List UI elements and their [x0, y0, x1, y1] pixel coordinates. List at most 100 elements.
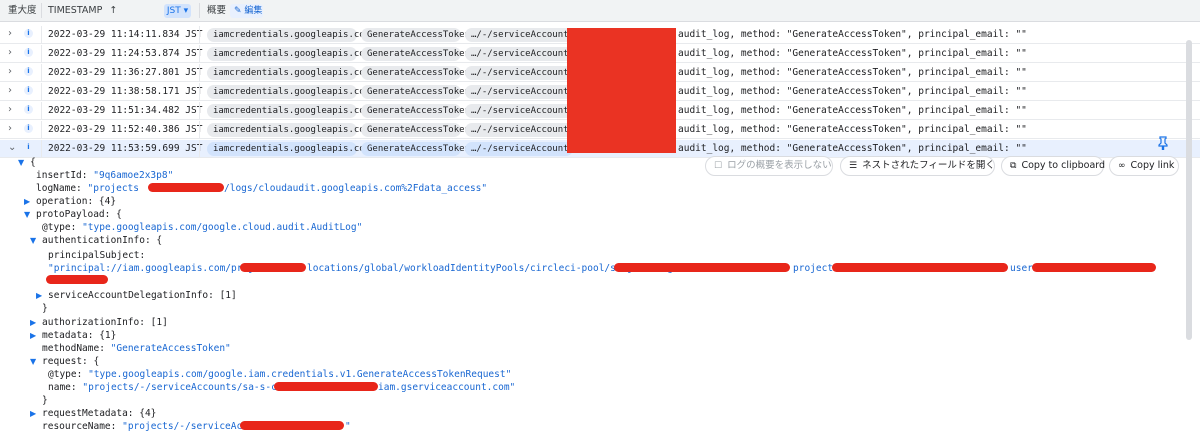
json-protoPayload-type: @type: "type.googleapis.com/google.cloud…: [42, 221, 362, 234]
info-severity-icon: i: [24, 86, 33, 95]
redaction-mark: [274, 382, 378, 391]
chevron-down-icon: ▾: [183, 6, 189, 16]
chevron-right-icon[interactable]: ›: [8, 67, 18, 77]
copy-link-button[interactable]: ∞ Copy link: [1109, 156, 1179, 176]
method-chip[interactable]: GenerateAccessToken: [361, 104, 470, 118]
copy-to-clipboard-button[interactable]: ⧉ Copy to clipboard: [1001, 156, 1106, 176]
open-nested-label: ネストされたフィールドを開く: [862, 160, 995, 171]
name-key: name:: [48, 382, 77, 393]
service-chip[interactable]: iamcredentials.googleapis.com: [207, 28, 370, 42]
method-chip[interactable]: GenerateAccessToken: [361, 142, 470, 156]
column-divider: [41, 45, 42, 63]
info-severity-icon: i: [24, 48, 33, 57]
expand-arrow-icon[interactable]: ▶: [30, 316, 36, 329]
logName-value-end: /logs/cloudaudit.googleapis.com%2Fdata_a…: [224, 183, 488, 194]
resource-chip[interactable]: …/-/serviceAccounts/: [465, 85, 579, 99]
summary-column-header: 概要: [207, 5, 227, 16]
resource-chip[interactable]: …/-/serviceAccounts/: [465, 28, 579, 42]
pencil-icon: ✎: [234, 6, 242, 16]
chevron-right-icon[interactable]: ›: [8, 124, 18, 134]
expand-list-icon: ☰: [849, 161, 858, 171]
service-chip[interactable]: iamcredentials.googleapis.com: [207, 66, 370, 80]
resource-chip[interactable]: …/-/serviceAccounts/: [465, 123, 579, 137]
type-key: @type:: [42, 222, 77, 233]
service-chip[interactable]: iamcredentials.googleapis.com: [207, 47, 370, 61]
insertId-key: insertId:: [36, 170, 88, 181]
chevron-down-icon[interactable]: ⌄: [8, 143, 18, 153]
column-divider: [41, 3, 42, 18]
expand-arrow-icon[interactable]: ▶: [30, 329, 36, 342]
edit-summary-button[interactable]: ✎ 編集: [230, 4, 263, 18]
expand-arrow-icon[interactable]: ▶: [30, 407, 36, 420]
collapse-arrow-icon[interactable]: ▼: [30, 234, 36, 247]
sort-ascending-icon[interactable]: ↑: [109, 5, 117, 16]
method-chip[interactable]: GenerateAccessToken: [361, 123, 470, 137]
service-chip[interactable]: iamcredentials.googleapis.com: [207, 142, 370, 156]
summary-text: audit_log, method: "GenerateAccessToken"…: [678, 67, 1027, 78]
vertical-scrollbar[interactable]: [1186, 40, 1192, 340]
method-chip[interactable]: GenerateAccessToken: [361, 66, 470, 80]
column-divider: [41, 26, 42, 44]
copy-icon: ⧉: [1010, 161, 1017, 171]
principalSubject-value-part3: project: [793, 263, 834, 274]
collapse-arrow-icon[interactable]: ▼: [30, 355, 36, 368]
json-requestMetadata[interactable]: requestMetadata: {4}: [42, 407, 156, 420]
column-divider: [41, 83, 42, 101]
insertId-value: "9q6amoe2x3p8": [93, 170, 174, 181]
json-request[interactable]: request: {: [42, 355, 99, 368]
column-divider: [41, 140, 42, 158]
pin-icon[interactable]: [1157, 136, 1169, 150]
summary-text: audit_log, method: "GenerateAccessToken"…: [678, 48, 1027, 59]
resource-chip[interactable]: …/-/serviceAccounts/: [465, 66, 579, 80]
timestamp-cell: 2022-03-29 11:53:59.699 JST: [48, 143, 203, 154]
service-chip[interactable]: iamcredentials.googleapis.com: [207, 123, 370, 137]
logName-key: logName:: [36, 183, 82, 194]
column-divider: [199, 102, 200, 120]
resource-chip[interactable]: …/-/serviceAccounts/: [465, 47, 579, 61]
chevron-right-icon[interactable]: ›: [8, 105, 18, 115]
summary-text: audit_log, method: "GenerateAccessToken"…: [678, 86, 1027, 97]
column-divider: [41, 64, 42, 82]
service-chip[interactable]: iamcredentials.googleapis.com: [207, 85, 370, 99]
name-value-end: iam.gserviceaccount.com": [378, 382, 516, 393]
json-authorizationInfo[interactable]: authorizationInfo: [1]: [42, 316, 168, 329]
service-chip[interactable]: iamcredentials.googleapis.com: [207, 104, 370, 118]
json-operation[interactable]: operation: {4}: [36, 195, 116, 208]
timezone-label: JST: [166, 6, 181, 16]
json-authenticationInfo[interactable]: authenticationInfo: {: [42, 234, 162, 247]
copy-link-label: Copy link: [1130, 160, 1175, 171]
method-chip[interactable]: GenerateAccessToken: [361, 28, 470, 42]
column-divider: [41, 121, 42, 139]
method-chip[interactable]: GenerateAccessToken: [361, 85, 470, 99]
severity-column-header[interactable]: 重大度: [8, 0, 37, 21]
json-close-brace: }: [42, 303, 48, 314]
json-serviceAccountDelegationInfo[interactable]: serviceAccountDelegationInfo: [1]: [48, 289, 237, 302]
column-divider: [199, 121, 200, 139]
request-type-key: @type:: [48, 369, 83, 380]
principalSubject-value-part4: user: [1010, 263, 1033, 274]
expand-arrow-icon[interactable]: ▶: [36, 289, 42, 302]
resource-chip[interactable]: …/-/serviceAccounts/: [465, 142, 579, 156]
chevron-right-icon[interactable]: ›: [8, 86, 18, 96]
collapse-arrow-icon[interactable]: ▼: [18, 156, 24, 169]
redaction-mark: [614, 263, 790, 272]
methodName-key: methodName:: [42, 343, 105, 354]
request-type-value: "type.googleapis.com/google.iam.credenti…: [88, 369, 512, 380]
expand-arrow-icon[interactable]: ▶: [24, 195, 30, 208]
chevron-right-icon[interactable]: ›: [8, 29, 18, 39]
timezone-selector[interactable]: JST ▾: [164, 4, 191, 18]
copy-clipboard-label: Copy to clipboard: [1021, 160, 1106, 171]
method-chip[interactable]: GenerateAccessToken: [361, 47, 470, 61]
timestamp-cell: 2022-03-29 11:14:11.834 JST: [48, 29, 203, 40]
timestamp-column-header[interactable]: TIMESTAMP ↑: [48, 0, 117, 21]
chevron-right-icon[interactable]: ›: [8, 48, 18, 58]
resource-chip[interactable]: …/-/serviceAccounts/: [465, 104, 579, 118]
redaction-mark: [832, 263, 1008, 272]
redaction-mark: [240, 263, 306, 272]
hide-log-summary-button[interactable]: ☐ ログの概要を表示しない: [705, 156, 833, 176]
open-nested-fields-button[interactable]: ☰ ネストされたフィールドを開く: [840, 156, 995, 176]
json-protoPayload[interactable]: protoPayload: {: [36, 208, 122, 221]
json-metadata[interactable]: metadata: {1}: [42, 329, 116, 342]
collapse-arrow-icon[interactable]: ▼: [24, 208, 30, 221]
timestamp-cell: 2022-03-29 11:51:34.482 JST: [48, 105, 203, 116]
